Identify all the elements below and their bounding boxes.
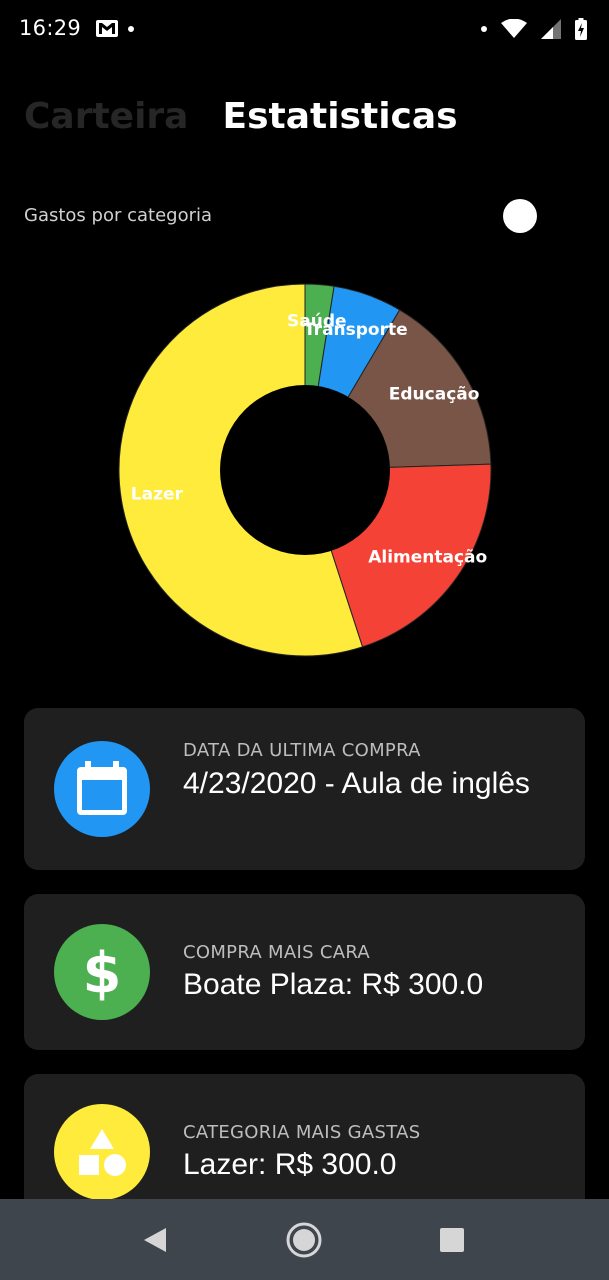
- chart-toggle[interactable]: [503, 199, 537, 233]
- system-nav-bar: [0, 1199, 609, 1280]
- notification-dot-icon: [481, 26, 487, 32]
- recents-icon[interactable]: [439, 1227, 465, 1253]
- label-transporte: Transporte: [304, 320, 408, 340]
- most-expensive-caption: COMPRA MAIS CARA: [183, 942, 371, 963]
- dollar-icon: $: [83, 942, 122, 1002]
- signal-icon: [541, 19, 561, 39]
- last-purchase-card[interactable]: DATA DA ULTIMA COMPRA 4/23/2020 - Aula d…: [24, 708, 585, 870]
- status-left-icons: [96, 20, 134, 37]
- battery-charging-icon: [575, 18, 587, 40]
- tab-estatisticas[interactable]: Estatisticas: [222, 96, 457, 137]
- last-purchase-icon-circle: [54, 741, 150, 837]
- top-category-icon-circle: [54, 1104, 150, 1200]
- back-icon[interactable]: [142, 1227, 168, 1253]
- gmail-icon: [96, 20, 118, 37]
- label-educacao: Educação: [389, 385, 480, 405]
- most-expensive-icon-circle: $: [54, 924, 150, 1020]
- spending-donut-chart: SaúdeTransporteEducaçãoAlimentaçãoLazer: [118, 283, 492, 657]
- tab-bar: Carteira Estatisticas: [24, 96, 458, 137]
- most-expensive-value: Boate Plaza: R$ 300.0: [183, 968, 484, 1001]
- calendar-icon: [77, 761, 127, 815]
- chart-section-label: Gastos por categoria: [24, 205, 213, 226]
- most-expensive-card[interactable]: $ COMPRA MAIS CARA Boate Plaza: R$ 300.0: [24, 894, 585, 1050]
- shapes-icon: [79, 1129, 126, 1176]
- donut-hole: [220, 385, 390, 555]
- last-purchase-caption: DATA DA ULTIMA COMPRA: [183, 740, 421, 761]
- notification-dot-icon: [128, 25, 134, 32]
- tab-carteira[interactable]: Carteira: [24, 96, 188, 137]
- top-category-caption: CATEGORIA MAIS GASTAS: [183, 1122, 421, 1143]
- status-time: 16:29: [19, 16, 82, 40]
- label-alimentacao: Alimentação: [368, 547, 487, 567]
- wifi-icon: [501, 19, 527, 38]
- last-purchase-value: 4/23/2020 - Aula de inglês: [183, 767, 530, 800]
- status-bar: 16:29: [0, 0, 609, 62]
- home-icon[interactable]: [285, 1221, 323, 1259]
- svg-text:$: $: [83, 942, 122, 1002]
- top-category-value: Lazer: R$ 300.0: [183, 1148, 397, 1181]
- label-lazer: Lazer: [131, 484, 184, 504]
- status-right-icons: [481, 18, 587, 40]
